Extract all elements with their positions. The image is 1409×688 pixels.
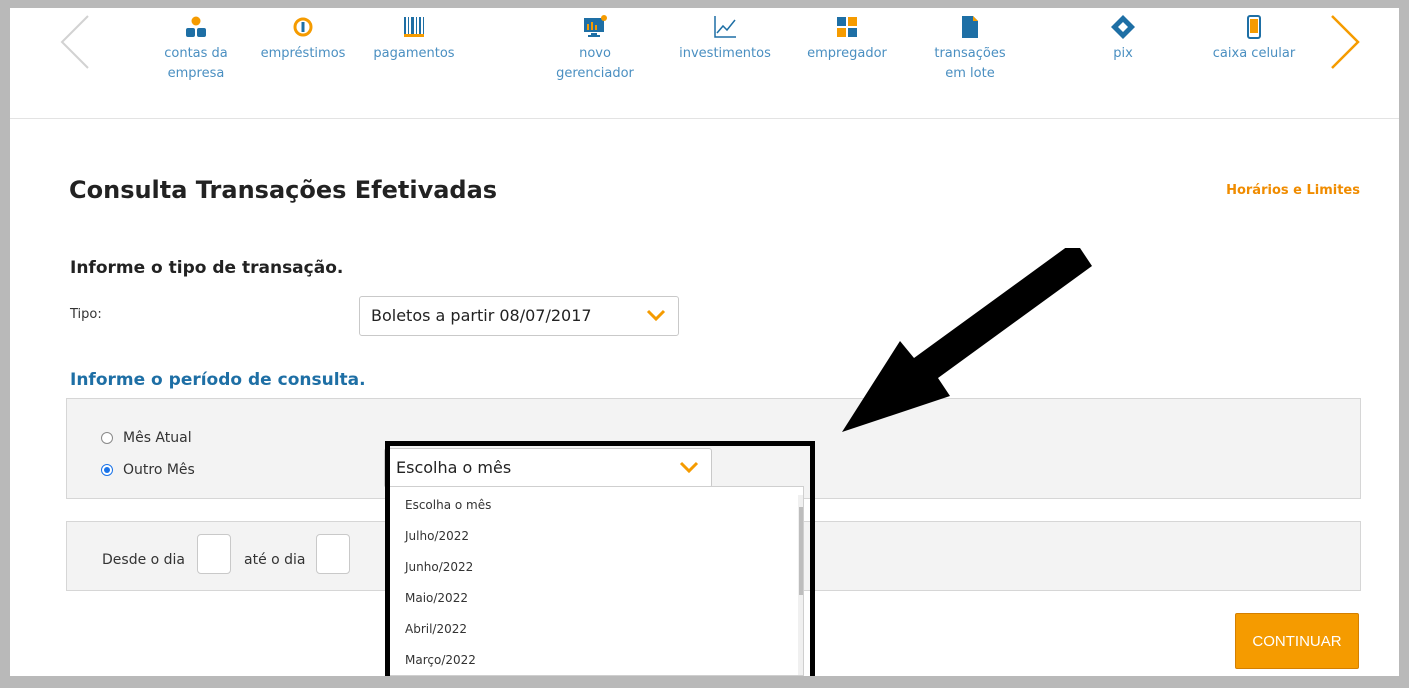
to-day-label: até o dia (244, 552, 306, 568)
radio-label: Outro Mês (123, 462, 195, 478)
continue-button[interactable]: CONTINUAR (1235, 613, 1359, 669)
line-chart-icon (714, 16, 736, 38)
main-frame: contas da empresa empréstimos pagamentos (10, 8, 1399, 676)
month-option[interactable]: Escolha o mês (405, 498, 491, 512)
nav-item-label: contas da empresa (164, 46, 228, 81)
period-heading: Informe o período de consulta. (70, 370, 366, 390)
month-select-value: Escolha o mês (396, 458, 512, 477)
radio-outro-mes[interactable]: Outro Mês (101, 462, 195, 478)
document-icon (962, 16, 978, 38)
nav-prev-arrow[interactable] (58, 14, 92, 74)
radio-circle (101, 432, 113, 444)
from-day-input[interactable] (197, 534, 231, 574)
nav-item-label: pix (1113, 46, 1133, 61)
radio-circle-selected (101, 464, 113, 476)
nav-item-pix[interactable]: pix (1068, 14, 1178, 64)
phone-icon (1247, 15, 1261, 39)
nav-item-investimentos[interactable]: investimentos (670, 14, 780, 64)
nav-item-label: caixa celular (1212, 46, 1296, 61)
dropdown-scroll-thumb[interactable] (799, 507, 803, 595)
period-box: Mês Atual Outro Mês Escolha o mês (66, 398, 1361, 499)
nav-item-contas-da-empresa[interactable]: contas da empresa (141, 14, 251, 84)
chevron-down-icon (679, 461, 699, 474)
month-option[interactable]: Abril/2022 (405, 622, 467, 636)
chevron-down-icon (646, 309, 666, 322)
pix-icon (1111, 15, 1135, 39)
tipo-select-value: Boletos a partir 08/07/2017 (371, 306, 592, 325)
tipo-select[interactable]: Boletos a partir 08/07/2017 (359, 296, 679, 336)
nav-item-label: investimentos (679, 46, 771, 61)
tipo-label: Tipo: (70, 307, 102, 322)
nav-item-label: empregador (807, 46, 887, 61)
coin-icon (293, 17, 313, 37)
nav-item-pagamentos[interactable]: pagamentos (359, 14, 469, 64)
nav-next-arrow[interactable] (1328, 14, 1362, 74)
chevron-right-icon (1331, 15, 1360, 69)
horarios-limites-link[interactable]: Horários e Limites (1226, 183, 1360, 198)
from-day-label: Desde o dia (102, 552, 186, 568)
month-option[interactable]: Julho/2022 (405, 529, 469, 543)
transaction-type-heading: Informe o tipo de transação. (70, 258, 344, 278)
puzzle-icon (837, 17, 857, 37)
nav-item-novo-gerenciador[interactable]: novo gerenciador (540, 14, 650, 84)
monitor-chart-icon (584, 15, 607, 37)
people-icon (186, 16, 206, 37)
nav-item-caixa-celular[interactable]: caixa celular (1199, 14, 1309, 64)
nav-item-emprestimos[interactable]: empréstimos (248, 14, 358, 64)
nav-item-label: novo gerenciador (556, 46, 634, 81)
month-option[interactable]: Junho/2022 (405, 560, 473, 574)
nav-item-label: empréstimos (260, 46, 346, 61)
radio-label: Mês Atual (123, 430, 192, 446)
chevron-left-icon (60, 15, 89, 69)
month-option[interactable]: Março/2022 (405, 653, 476, 667)
month-option[interactable]: Maio/2022 (405, 591, 468, 605)
month-select[interactable]: Escolha o mês (384, 448, 712, 488)
nav-item-label: pagamentos (373, 46, 455, 61)
nav-item-transacoes-em-lote[interactable]: transações em lote (915, 14, 1025, 84)
nav-item-empregador[interactable]: empregador (792, 14, 902, 64)
barcode-icon (404, 17, 424, 37)
page-title: Consulta Transações Efetivadas (69, 176, 498, 204)
radio-mes-atual[interactable]: Mês Atual (101, 430, 192, 446)
to-day-input[interactable] (316, 534, 350, 574)
nav-item-label: transações em lote (934, 46, 1006, 81)
month-dropdown-list: Escolha o mês Julho/2022 Junho/2022 Maio… (386, 486, 804, 676)
top-nav: contas da empresa empréstimos pagamentos (10, 8, 1399, 119)
